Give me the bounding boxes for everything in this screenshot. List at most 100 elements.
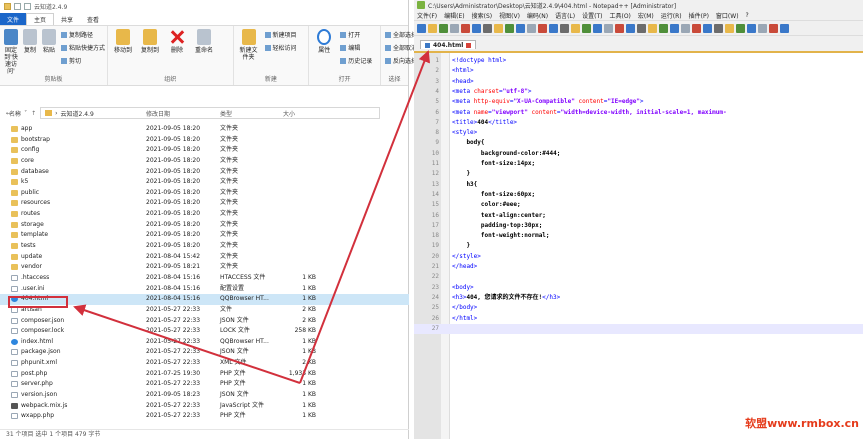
menu-item[interactable]: 编辑(E) [444, 11, 464, 20]
file-row[interactable]: index.html 2021-05-27 22:33 QQBrowser HT..… [0, 337, 409, 348]
menu-item[interactable]: 搜索(S) [472, 11, 493, 20]
file-row[interactable]: update 2021-08-04 15:42 文件夹 [0, 252, 409, 263]
toolbar-button-icon[interactable] [714, 23, 723, 33]
easy-access-button[interactable]: 轻松访问 [264, 43, 297, 52]
column-header-type[interactable]: 类型 [220, 109, 232, 118]
tab-view[interactable]: 查看 [80, 13, 106, 25]
tab-404-html[interactable]: 404.html [420, 40, 477, 49]
toolbar-button-icon[interactable] [560, 23, 569, 33]
select-all-button[interactable]: 全部选择 [385, 30, 417, 39]
paste-shortcut-button[interactable]: 粘贴快捷方式 [61, 43, 105, 52]
toolbar-button-icon[interactable] [769, 23, 778, 33]
toolbar-button-icon[interactable] [758, 23, 767, 33]
file-row[interactable]: composer.json 2021-05-27 22:33 JSON 文件 2 KB [0, 316, 409, 327]
code-text: h3{ [452, 180, 477, 190]
file-row[interactable]: .user.ini 2021-08-04 15:16 配置设置 1 KB [0, 284, 409, 295]
toolbar-button-icon[interactable] [549, 23, 558, 33]
file-row[interactable]: .htaccess 2021-08-04 15:16 HTACCESS 文件 1 KB [0, 273, 409, 284]
toolbar-button-icon[interactable] [780, 23, 789, 33]
toolbar-button-icon[interactable] [450, 23, 459, 33]
file-row[interactable]: server.php 2021-05-27 22:33 PHP 文件 1 KB [0, 379, 409, 390]
checkbox-icon[interactable] [14, 3, 21, 10]
menu-item[interactable]: 设置(T) [582, 11, 602, 20]
tab-home[interactable]: 主页 [26, 13, 55, 25]
menu-item[interactable]: ? [746, 12, 749, 19]
menu-item[interactable]: 语言(L) [555, 11, 575, 20]
file-row[interactable]: resources 2021-09-05 18:20 文件夹 [0, 198, 409, 209]
toolbar-button-icon[interactable] [736, 23, 745, 33]
toolbar-button-icon[interactable] [428, 23, 437, 33]
file-row[interactable]: composer.lock 2021-05-27 22:33 LOCK 文件 258 … [0, 326, 409, 337]
copy-path-button[interactable]: 复制路径 [61, 30, 105, 39]
file-row[interactable]: config 2021-09-05 18:20 文件夹 [0, 145, 409, 156]
new-item-icon [264, 31, 271, 38]
toolbar-button-icon[interactable] [681, 23, 690, 33]
file-row[interactable]: public 2021-09-05 18:20 文件夹 [0, 188, 409, 199]
menu-item[interactable]: 工具(O) [609, 11, 630, 20]
menu-item[interactable]: 宏(M) [638, 11, 654, 20]
file-row[interactable]: wxapp.php 2021-05-27 22:33 PHP 文件 1 KB [0, 411, 409, 422]
column-header-name[interactable]: 名称 [9, 109, 21, 118]
toolbar-button-icon[interactable] [527, 23, 536, 33]
toolbar-button-icon[interactable] [516, 23, 525, 33]
tab-file[interactable]: 文件 [0, 13, 27, 25]
file-row[interactable]: vendor 2021-09-05 18:21 文件夹 [0, 262, 409, 273]
new-item-button[interactable]: 新建项目 [264, 30, 297, 39]
toolbar-button-icon[interactable] [725, 23, 734, 33]
toolbar-button-icon[interactable] [571, 23, 580, 33]
menu-item[interactable]: 窗口(W) [716, 11, 739, 20]
file-row[interactable]: routes 2021-09-05 18:20 文件夹 [0, 209, 409, 220]
toolbar-button-icon[interactable] [472, 23, 481, 33]
file-row[interactable]: tests 2021-09-05 18:20 文件夹 [0, 241, 409, 252]
toolbar-button-icon[interactable] [637, 23, 646, 33]
toolbar-button-icon[interactable] [626, 23, 635, 33]
quick-access-dropdown-icon[interactable] [24, 3, 31, 10]
menu-item[interactable]: 插件(P) [689, 11, 709, 20]
toolbar-button-icon[interactable] [461, 23, 470, 33]
file-row[interactable]: storage 2021-09-05 18:20 文件夹 [0, 220, 409, 231]
file-row[interactable]: bootstrap 2021-09-05 18:20 文件夹 [0, 135, 409, 146]
menu-item[interactable]: 编码(N) [527, 11, 548, 20]
menu-item[interactable]: 视图(V) [499, 11, 520, 20]
file-row[interactable]: post.php 2021-07-25 19:30 PHP 文件 1,933 KB [0, 369, 409, 380]
code-text: <h3>404, 您请求的文件不存在!</h3> [452, 293, 560, 303]
toolbar-button-icon[interactable] [439, 23, 448, 33]
toolbar-button-icon[interactable] [604, 23, 613, 33]
toolbar-button-icon[interactable] [703, 23, 712, 33]
file-row[interactable]: version.json 2021-09-05 18:23 JSON 文件 1 KB [0, 390, 409, 401]
invert-selection-button[interactable]: 反向选择 [385, 56, 417, 65]
menu-item[interactable]: 文件(F) [417, 11, 437, 20]
toolbar-button-icon[interactable] [505, 23, 514, 33]
edit-button[interactable]: 编辑 [340, 43, 372, 52]
toolbar-button-icon[interactable] [483, 23, 492, 33]
toolbar-button-icon[interactable] [692, 23, 701, 33]
toolbar-button-icon[interactable] [538, 23, 547, 33]
file-row[interactable]: app 2021-09-05 18:20 文件夹 [0, 124, 409, 135]
toolbar-button-icon[interactable] [747, 23, 756, 33]
file-row[interactable]: k5 2021-09-05 18:20 文件夹 [0, 177, 409, 188]
file-row[interactable]: package.json 2021-05-27 22:33 JSON 文件 1 KB [0, 347, 409, 358]
toolbar-button-icon[interactable] [615, 23, 624, 33]
toolbar-button-icon[interactable] [593, 23, 602, 33]
toolbar-button-icon[interactable] [659, 23, 668, 33]
file-row[interactable]: core 2021-09-05 18:20 文件夹 [0, 156, 409, 167]
toolbar-button-icon[interactable] [582, 23, 591, 33]
toolbar-button-icon[interactable] [494, 23, 503, 33]
file-row[interactable]: database 2021-09-05 18:20 文件夹 [0, 167, 409, 178]
column-header-size[interactable]: 大小 [283, 109, 295, 118]
tab-share[interactable]: 共享 [54, 13, 80, 25]
close-tab-icon[interactable] [466, 42, 472, 48]
select-none-button[interactable]: 全部取消 [385, 43, 417, 52]
file-row[interactable]: webpack.mix.js 2021-05-27 22:33 JavaScript… [0, 401, 409, 412]
column-header-date[interactable]: 修改日期 [146, 109, 170, 118]
cut-button[interactable]: 剪切 [61, 56, 105, 65]
menu-item[interactable]: 运行(R) [661, 11, 682, 20]
code-editor[interactable]: 1 <!doctype html> 2 <html> 3 <head> 4 <meta cha… [414, 51, 863, 439]
file-row[interactable]: template 2021-09-05 18:20 文件夹 [0, 230, 409, 241]
toolbar-button-icon[interactable] [670, 23, 679, 33]
toolbar-button-icon[interactable] [648, 23, 657, 33]
history-button[interactable]: 历史记录 [340, 56, 372, 65]
file-row[interactable]: phpunit.xml 2021-05-27 22:33 XML 文件 2 KB [0, 358, 409, 369]
open-button[interactable]: 打开 [340, 30, 372, 39]
toolbar-button-icon[interactable] [417, 23, 426, 33]
